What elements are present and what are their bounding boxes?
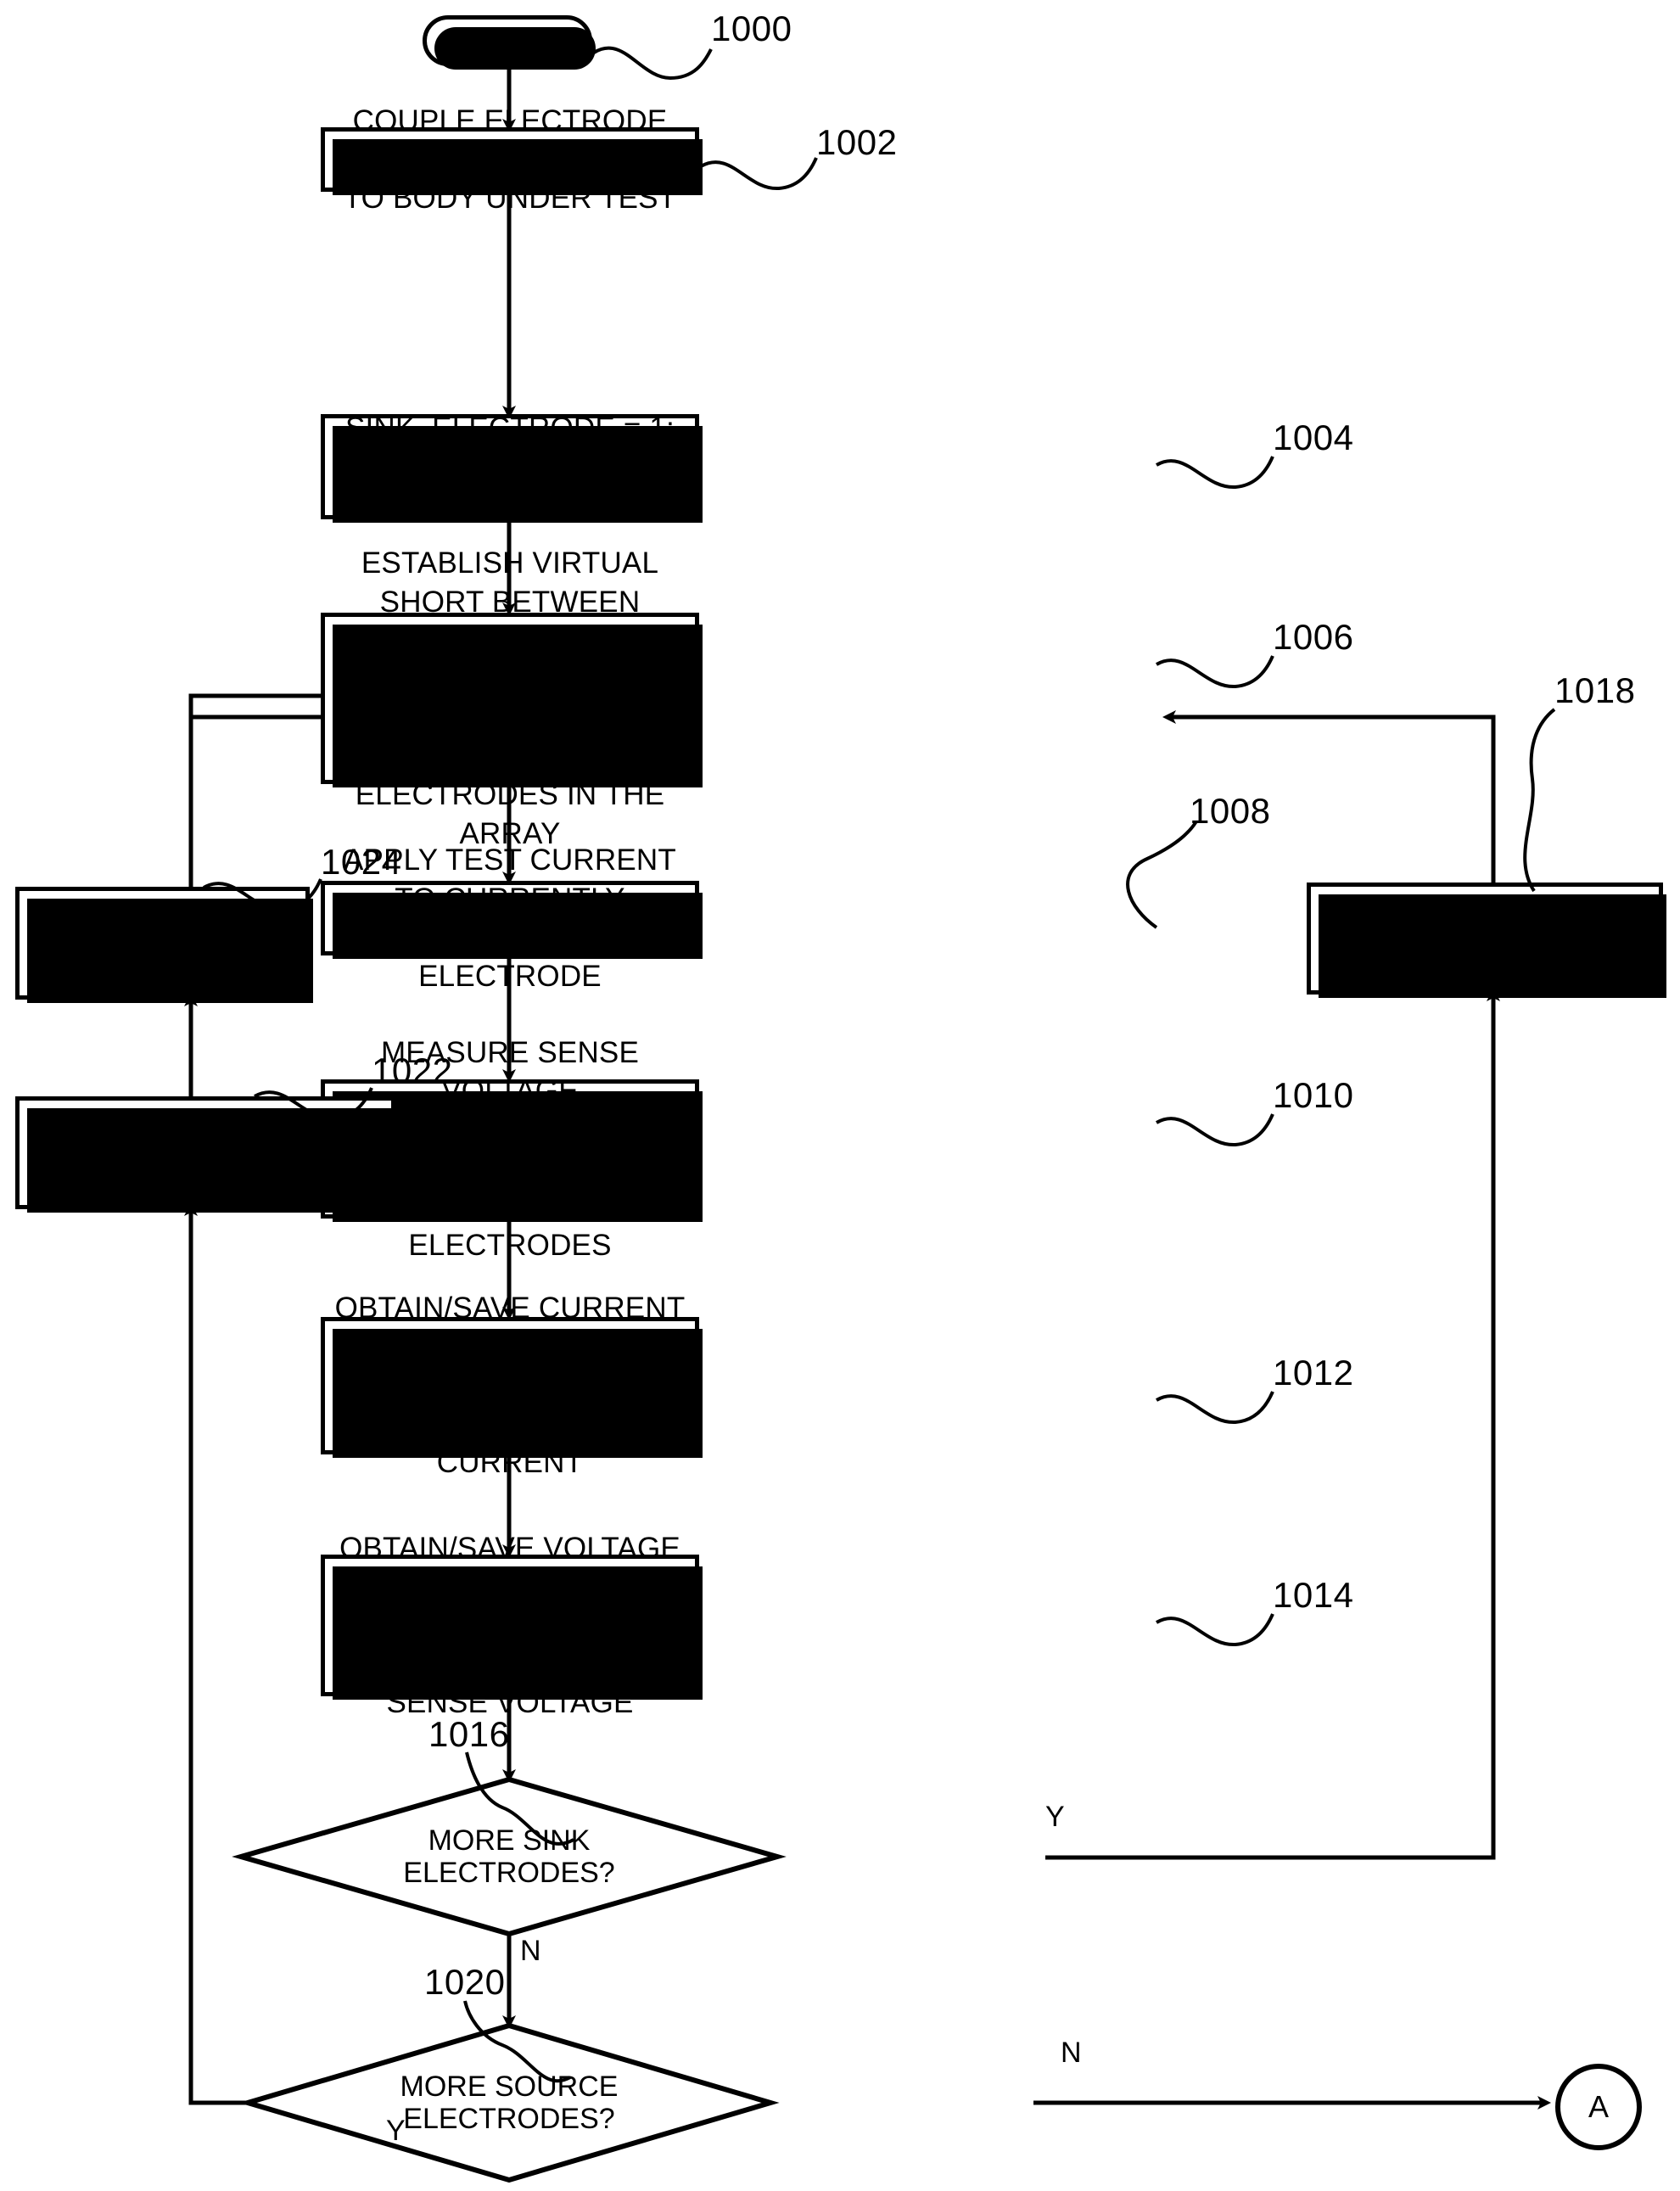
ref-numeral-1012: 1012 (1273, 1353, 1354, 1392)
reference-leader-layer (203, 46, 1556, 2083)
ref-numeral-1024: 1024 (321, 842, 402, 882)
ref-numeral-1020: 1020 (424, 1962, 506, 2002)
ref-numeral-1010: 1010 (1273, 1075, 1354, 1115)
ref-numeral-1004: 1004 (1273, 417, 1354, 457)
ref-numeral-1006: 1006 (1273, 617, 1354, 657)
branch-label-more-sink-yes: Y (1045, 1801, 1065, 1833)
ref-numeral-1018: 1018 (1554, 670, 1636, 710)
ref-numeral-1014: 1014 (1273, 1575, 1354, 1615)
ref-numeral-1002: 1002 (816, 122, 898, 162)
flowchart-canvas: EIT COUPLE ELECTRODE ARRAY TO BODY UNDER… (0, 0, 1680, 2191)
branch-label-more-source-no: N (1061, 2037, 1082, 2069)
ref-numeral-1016: 1016 (428, 1714, 510, 1754)
ref-numeral-1000: 1000 (711, 8, 792, 48)
branch-label-more-source-yes: Y (386, 2115, 406, 2147)
ref-numeral-1022: 1022 (372, 1051, 453, 1090)
branch-label-more-sink-no: N (520, 1935, 541, 1967)
ref-numeral-1008: 1008 (1190, 791, 1271, 831)
